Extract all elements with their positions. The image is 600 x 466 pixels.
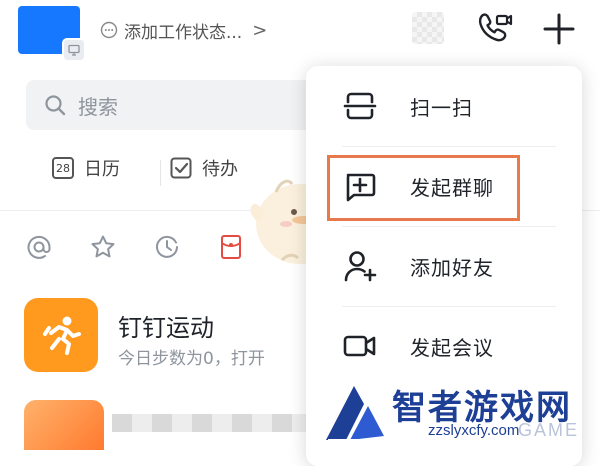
chat-bubble-icon	[100, 21, 118, 39]
work-status-label: 添加工作状态...	[124, 22, 243, 43]
watermark: GAME 智者游戏网 zzslyxcfy.com	[320, 380, 600, 450]
menu-item-label: 添加好友	[410, 255, 494, 280]
calendar-button[interactable]: 28 日历	[52, 155, 120, 181]
todo-label: 待办	[202, 159, 238, 180]
scan-icon	[343, 92, 377, 120]
filter-bar	[24, 232, 246, 262]
watermark-logo	[326, 386, 384, 441]
computer-icon	[62, 38, 86, 62]
avatar[interactable]	[18, 6, 86, 62]
video-meeting-icon	[343, 335, 376, 357]
list-item[interactable]: 钉钉运动 今日步数为0，打开	[24, 298, 265, 372]
menu-item-add-friend[interactable]: 添加好友	[306, 226, 582, 306]
search-icon	[45, 95, 66, 116]
running-icon	[24, 298, 98, 372]
clock-icon[interactable]	[152, 232, 182, 262]
chat-preview: 今日步数为0，打开	[118, 349, 265, 369]
menu-item-scan[interactable]: 扫一扫	[306, 66, 582, 146]
at-icon[interactable]	[24, 232, 54, 262]
menu-item-label: 发起群聊	[410, 175, 494, 200]
calendar-date: 28	[56, 161, 70, 175]
menu-item-group-chat[interactable]: 发起群聊	[306, 146, 582, 226]
search-placeholder: 搜索	[78, 94, 118, 119]
plus-icon[interactable]	[540, 10, 578, 48]
chevron-right-icon: >	[252, 19, 268, 41]
menu-item-label: 扫一扫	[410, 95, 473, 120]
todo-button[interactable]: 待办	[170, 155, 238, 181]
phone-video-icon[interactable]	[475, 8, 515, 48]
group-chat-icon	[346, 173, 376, 202]
search-input[interactable]: 搜索	[26, 80, 326, 130]
avatar	[24, 400, 104, 450]
todo-check-icon	[170, 157, 192, 179]
star-icon[interactable]	[88, 232, 118, 262]
menu-item-start-meeting[interactable]: 发起会议	[306, 306, 582, 386]
blurred-text	[112, 414, 312, 432]
quick-actions: 28 日历 待办	[52, 155, 238, 181]
add-friend-icon	[344, 251, 377, 282]
work-status[interactable]: 添加工作状态... >	[100, 16, 267, 44]
divider	[160, 160, 161, 186]
calendar-label: 日历	[84, 159, 120, 180]
blurred-icon	[412, 12, 444, 44]
chat-title: 钉钉运动	[118, 314, 214, 342]
watermark-url: zzslyxcfy.com	[428, 422, 520, 439]
menu-item-label: 发起会议	[410, 335, 494, 360]
calendar-icon: 28	[52, 157, 74, 179]
